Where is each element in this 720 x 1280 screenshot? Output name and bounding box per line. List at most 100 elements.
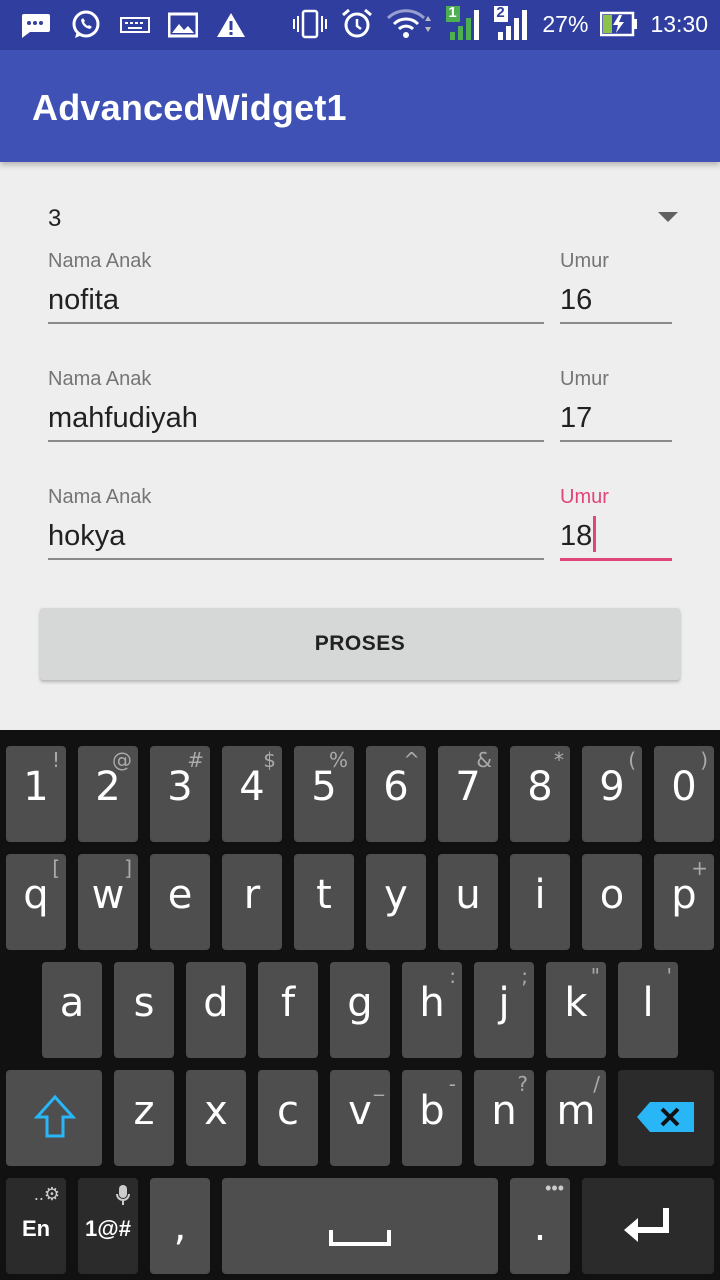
key-4[interactable]: 4 $	[222, 746, 282, 842]
language-label: En	[21, 1216, 51, 1241]
key-u[interactable]: u	[438, 854, 498, 950]
backspace-key[interactable]	[618, 1070, 714, 1166]
period-key[interactable]: •••.	[510, 1178, 570, 1274]
language-key[interactable]: ..⚙ En	[6, 1178, 66, 1274]
child-age-label: Umur	[560, 368, 609, 390]
key-5[interactable]: 5%	[294, 746, 354, 842]
child-age-input[interactable]: 17	[560, 402, 592, 435]
key-3[interactable]: 3 #	[150, 746, 210, 842]
key-hint: /	[593, 1072, 600, 1096]
key-hint: -	[448, 1072, 456, 1096]
key-z[interactable]: z	[114, 1070, 174, 1166]
key-w[interactable]: w]	[78, 854, 138, 950]
key-a[interactable]: a	[42, 962, 102, 1058]
child-age-input[interactable]: 16	[560, 284, 592, 317]
child-name-field-2[interactable]: Nama Anak mahfudiyah	[48, 368, 544, 458]
vibrate-icon	[292, 8, 328, 40]
child-name-input[interactable]: nofita	[48, 284, 119, 317]
child-name-field-3[interactable]: Nama Anak hokya	[48, 486, 544, 576]
key-8[interactable]: 8 *	[510, 746, 570, 842]
enter-key[interactable]	[582, 1178, 714, 1274]
app-bar: AdvancedWidget1	[0, 50, 720, 162]
key-f[interactable]: f	[258, 962, 318, 1058]
signal-sim2-icon: 2	[494, 4, 530, 42]
key-d[interactable]: d	[186, 962, 246, 1058]
count-spinner[interactable]: 3	[48, 200, 680, 240]
input-underline	[48, 558, 544, 560]
key-h[interactable]: h:	[402, 962, 462, 1058]
key-hint: *	[554, 748, 564, 772]
key-j[interactable]: j;	[474, 962, 534, 1058]
signal-sim1-icon: 1	[446, 4, 482, 42]
warning-icon	[216, 11, 246, 39]
key-label: u	[455, 872, 481, 918]
wifi-icon	[386, 8, 434, 40]
key-hint: '	[666, 964, 673, 988]
input-underline	[48, 440, 544, 442]
key-6[interactable]: 6 ^	[366, 746, 426, 842]
proses-button[interactable]: PROSES	[40, 608, 680, 680]
key-hint: (	[628, 748, 636, 772]
symbols-label: 1@#	[85, 1216, 131, 1241]
key-7[interactable]: 7 &	[438, 746, 498, 842]
microphone-icon	[116, 1184, 130, 1211]
key-n[interactable]: n?	[474, 1070, 534, 1166]
key-y[interactable]: y	[366, 854, 426, 950]
key-hint: %	[328, 748, 348, 772]
child-age-field-3[interactable]: Umur 18	[560, 486, 672, 576]
key-label: d	[203, 980, 229, 1026]
key-m[interactable]: m /	[546, 1070, 606, 1166]
key-g[interactable]: g	[330, 962, 390, 1058]
key-p[interactable]: p +	[654, 854, 714, 950]
input-underline	[560, 558, 672, 561]
key-r[interactable]: r	[222, 854, 282, 950]
child-age-label: Umur	[560, 250, 609, 272]
key-v[interactable]: v _	[330, 1070, 390, 1166]
key-hint: @	[112, 748, 132, 772]
space-key[interactable]	[222, 1178, 498, 1274]
key-q[interactable]: q[	[6, 854, 66, 950]
clock: 13:30	[650, 10, 708, 37]
key-hint: :	[449, 964, 456, 988]
key-k[interactable]: k "	[546, 962, 606, 1058]
key-i[interactable]: i	[510, 854, 570, 950]
key-label: .	[533, 1204, 547, 1250]
keyboard-icon	[120, 15, 150, 35]
input-underline	[560, 440, 672, 442]
child-name-input[interactable]: mahfudiyah	[48, 402, 198, 435]
symbols-key[interactable]: 1@#	[78, 1178, 138, 1274]
key-hint: "	[590, 964, 600, 988]
child-age-field-1[interactable]: Umur 16	[560, 250, 672, 340]
key-s[interactable]: s	[114, 962, 174, 1058]
key-c[interactable]: c	[258, 1070, 318, 1166]
more-icon: •••	[545, 1178, 564, 1198]
key-o[interactable]: o	[582, 854, 642, 950]
shift-key[interactable]	[6, 1070, 102, 1166]
key-9[interactable]: 9(	[582, 746, 642, 842]
key-label: o	[599, 872, 625, 918]
space-icon	[328, 1228, 392, 1253]
key-1[interactable]: 1!	[6, 746, 66, 842]
child-name-input[interactable]: hokya	[48, 520, 125, 553]
alarm-icon	[340, 7, 374, 41]
key-hint: &	[476, 748, 492, 772]
key-l[interactable]: l '	[618, 962, 678, 1058]
child-name-field-1[interactable]: Nama Anak nofita	[48, 250, 544, 340]
settings-icon: ..⚙	[33, 1184, 60, 1204]
key-e[interactable]: e	[150, 854, 210, 950]
key-b[interactable]: b-	[402, 1070, 462, 1166]
key-t[interactable]: t	[294, 854, 354, 950]
child-name-label: Nama Anak	[48, 250, 152, 272]
child-age-field-2[interactable]: Umur 17	[560, 368, 672, 458]
key-0[interactable]: 0)	[654, 746, 714, 842]
child-age-input[interactable]: 18	[560, 516, 597, 553]
key-x[interactable]: x	[186, 1070, 246, 1166]
spinner-value: 3	[48, 205, 62, 232]
key-label: f	[280, 980, 296, 1026]
comma-key[interactable]: ,	[150, 1178, 210, 1274]
key-hint: !	[51, 748, 60, 772]
backspace-icon	[636, 1100, 696, 1139]
key-2[interactable]: 2 @	[78, 746, 138, 842]
child-name-label: Nama Anak	[48, 486, 152, 508]
child-name-label: Nama Anak	[48, 368, 152, 390]
